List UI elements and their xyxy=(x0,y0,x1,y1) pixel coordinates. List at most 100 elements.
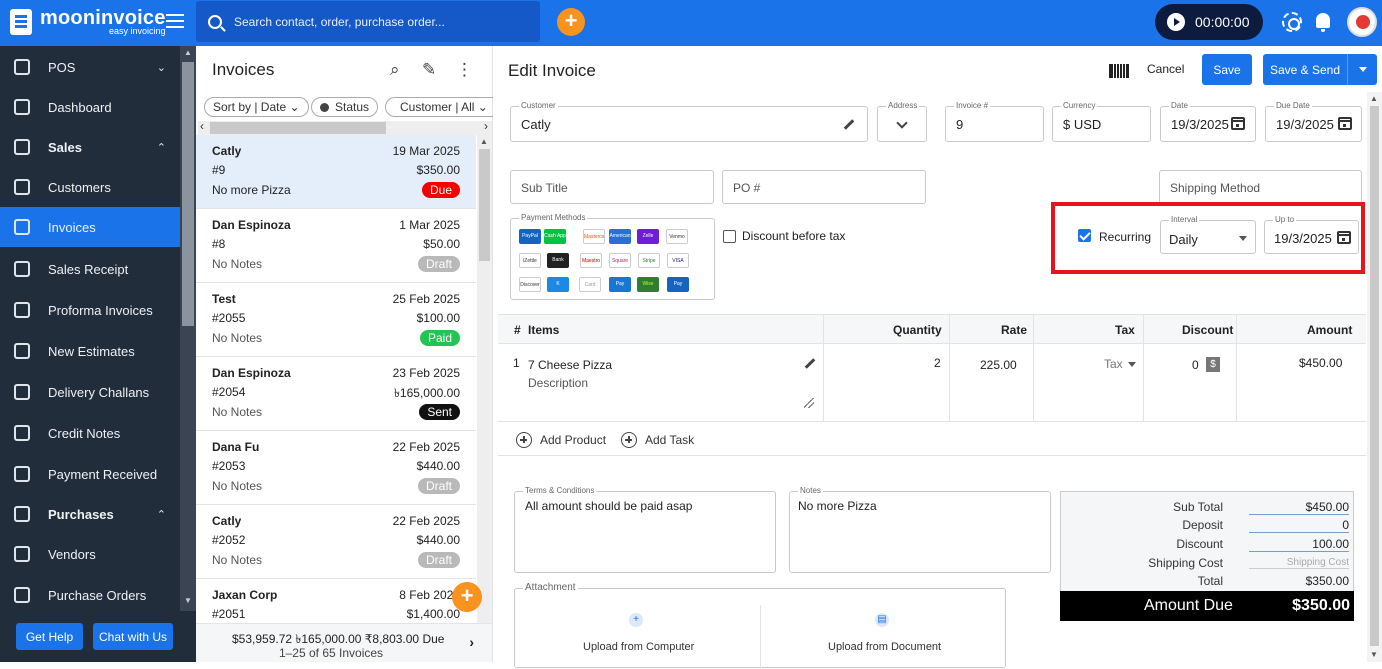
quick-add-button[interactable]: + xyxy=(557,8,585,36)
timer-button[interactable]: 00:00:00 xyxy=(1155,4,1263,40)
scrollbar-thumb[interactable] xyxy=(1370,106,1379,646)
sidebar-item-dashboard[interactable]: Dashboard xyxy=(0,87,180,127)
scrollbar-thumb[interactable] xyxy=(210,122,386,134)
list-horizontal-scrollbar[interactable]: ‹ › xyxy=(198,119,492,135)
chat-button[interactable]: Chat with Us xyxy=(93,623,173,650)
card-icon[interactable]: Card xyxy=(579,277,601,292)
subtitle-field[interactable]: Sub Title xyxy=(510,170,714,204)
calendar-icon[interactable] xyxy=(1338,117,1352,130)
amex-icon[interactable]: American Express xyxy=(609,229,631,244)
item-row[interactable]: 1 7 Cheese Pizza Description 2 225.00 Ta… xyxy=(498,344,1366,422)
editor-scrollbar[interactable]: ▲ ▼ xyxy=(1367,92,1382,662)
paypal-icon[interactable]: PayPal xyxy=(519,229,541,244)
sidebar-item-pos[interactable]: POS ⌄ xyxy=(0,47,180,87)
barcode-icon[interactable] xyxy=(1109,64,1129,78)
po-field[interactable]: PO # xyxy=(722,170,926,204)
square-icon[interactable]: Square xyxy=(609,253,631,268)
cashapp-icon[interactable]: Cash App xyxy=(544,229,566,244)
scroll-left-icon[interactable]: ‹ xyxy=(200,119,204,133)
interval-select[interactable]: Interval Daily xyxy=(1160,215,1256,254)
upload-document-button[interactable]: Upload from Document xyxy=(828,641,941,653)
sidebar-item-sales[interactable]: Sales ⌃ xyxy=(0,127,180,167)
item-quantity[interactable]: 2 xyxy=(934,356,941,370)
upload-computer-button[interactable]: Upload from Computer xyxy=(583,641,694,653)
izettle-icon[interactable]: iZettle xyxy=(519,253,541,268)
kpay-icon[interactable]: K xyxy=(547,277,569,292)
sidebar-item-customers[interactable]: Customers xyxy=(0,167,180,207)
wise-icon[interactable]: Wise xyxy=(637,277,659,292)
save-button[interactable]: Save xyxy=(1202,54,1252,85)
sidebar-item-delivery-challans[interactable]: Delivery Challans xyxy=(0,372,180,412)
scroll-up-icon[interactable]: ▲ xyxy=(480,137,488,146)
cancel-button[interactable]: Cancel xyxy=(1147,62,1184,76)
calendar-icon[interactable] xyxy=(1231,117,1245,130)
scrollbar-thumb[interactable] xyxy=(182,62,194,326)
sidebar-item-proforma-invoices[interactable]: Proforma Invoices xyxy=(0,290,180,330)
avatar[interactable] xyxy=(1347,7,1377,37)
item-description[interactable]: Description xyxy=(528,376,588,390)
add-product-button[interactable]: Add Product xyxy=(516,432,606,448)
calendar-icon[interactable] xyxy=(1337,231,1351,244)
invoice-row[interactable]: Jaxan Corp 8 Feb 2025 #2051 $1,400.00 xyxy=(196,579,476,623)
search-input[interactable] xyxy=(234,14,534,29)
scroll-up-icon[interactable]: ▲ xyxy=(184,48,192,57)
sidebar-item-new-estimates[interactable]: New Estimates xyxy=(0,331,180,371)
status-filter[interactable]: Status xyxy=(311,97,379,117)
menu-icon[interactable] xyxy=(166,14,184,28)
invoice-number-field[interactable]: Invoice # 9 xyxy=(945,101,1044,142)
gear-icon[interactable] xyxy=(1282,12,1302,32)
add-invoice-button[interactable]: + xyxy=(452,582,482,612)
sidebar-item-vendors[interactable]: Vendors xyxy=(0,534,180,574)
list-vertical-scrollbar[interactable]: ▲ xyxy=(477,135,492,623)
shipping-method-field[interactable]: Shipping Method xyxy=(1159,170,1362,204)
scroll-right-icon[interactable]: › xyxy=(484,119,488,133)
visa-icon[interactable]: VISA xyxy=(667,253,689,268)
bank-icon[interactable]: Bank xyxy=(547,253,569,268)
global-search[interactable] xyxy=(196,1,540,42)
item-rate[interactable]: 225.00 xyxy=(980,358,1017,372)
sidebar-item-sales-receipt[interactable]: Sales Receipt xyxy=(0,249,180,289)
invoice-row[interactable]: Dana Fu 22 Feb 2025 #2053 $440.00 No Not… xyxy=(196,431,476,505)
pencil-icon[interactable] xyxy=(804,358,816,369)
brand-logo[interactable]: mooninvoice easy invoicing xyxy=(10,8,166,36)
bell-icon[interactable] xyxy=(1316,13,1330,32)
sidebar-item-invoices[interactable]: Invoices xyxy=(0,207,181,247)
due-date-field[interactable]: Due Date 19/3/2025 xyxy=(1265,101,1362,142)
stripe-icon[interactable]: Stripe xyxy=(638,253,660,268)
upload-computer-icon[interactable]: + xyxy=(629,613,643,627)
resize-handle-icon[interactable] xyxy=(804,398,814,408)
sidebar-scrollbar[interactable]: ▲ ▼ xyxy=(180,46,196,662)
item-tax[interactable]: Tax xyxy=(1104,357,1123,371)
scrollbar-thumb[interactable] xyxy=(479,149,490,261)
search-icon[interactable]: ⌕ xyxy=(390,60,400,80)
invoice-row[interactable]: Dan Espinoza 1 Mar 2025 #8 $50.00 No Not… xyxy=(196,209,476,283)
mastercard-icon[interactable]: Mastercard xyxy=(583,229,605,244)
discount-before-tax-checkbox[interactable] xyxy=(723,230,736,243)
discover-icon[interactable]: Discover xyxy=(519,277,541,292)
save-options-button[interactable] xyxy=(1347,54,1377,85)
add-task-button[interactable]: Add Task xyxy=(621,432,694,448)
scroll-down-icon[interactable]: ▼ xyxy=(1370,650,1378,659)
pencil-icon[interactable]: ✎ xyxy=(422,60,436,80)
sort-filter[interactable]: Sort by | Date ⌄ xyxy=(204,97,309,117)
more-icon[interactable]: ⋮ xyxy=(456,60,473,80)
chevron-right-icon[interactable]: › xyxy=(469,634,474,650)
deposit-value[interactable]: 0 xyxy=(1249,518,1349,533)
pay-icon[interactable]: Pay xyxy=(609,277,631,292)
get-help-button[interactable]: Get Help xyxy=(16,623,83,650)
item-name[interactable]: 7 Cheese Pizza xyxy=(528,358,612,372)
customer-field[interactable]: Customer Catly xyxy=(510,101,868,142)
sidebar-item-credit-notes[interactable]: Credit Notes xyxy=(0,413,180,453)
invoice-row[interactable]: Test 25 Feb 2025 #2055 $100.00 No Notes … xyxy=(196,283,476,357)
upto-field[interactable]: Up to 19/3/2025 xyxy=(1264,215,1359,254)
date-field[interactable]: Date 19/3/2025 xyxy=(1160,101,1256,142)
document-icon[interactable]: ▤ xyxy=(875,613,889,627)
scroll-down-icon[interactable]: ▼ xyxy=(184,596,192,605)
pencil-icon[interactable] xyxy=(843,119,855,130)
scroll-up-icon[interactable]: ▲ xyxy=(1370,94,1378,103)
pay-icon[interactable]: Pay xyxy=(667,277,689,292)
item-discount[interactable]: 0 xyxy=(1192,358,1199,372)
notes-field[interactable]: Notes No more Pizza xyxy=(789,486,1051,573)
zelle-icon[interactable]: Zelle xyxy=(637,229,659,244)
customer-filter[interactable]: Customer | All ⌄ xyxy=(385,97,493,117)
